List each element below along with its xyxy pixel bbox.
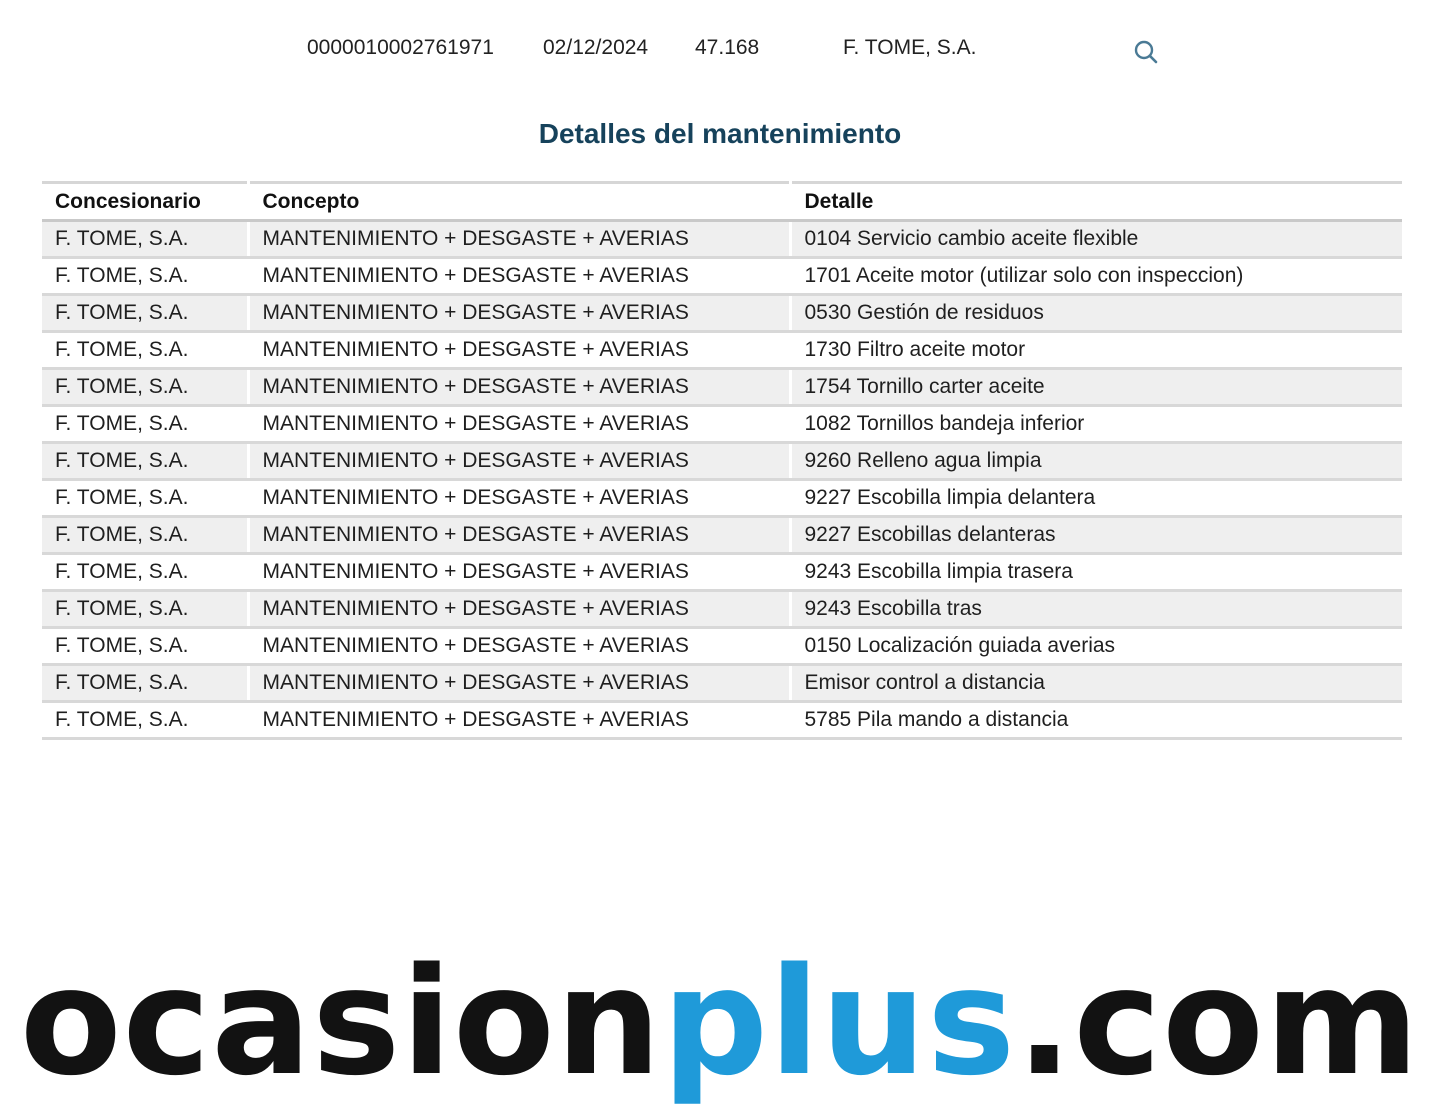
column-header-detalle: Detalle [788, 182, 1402, 222]
cell-detalle: 0530 Gestión de residuos [788, 294, 1402, 333]
table-row: F. TOME, S.A. MANTENIMIENTO + DESGASTE + … [42, 220, 1402, 259]
table-row: F. TOME, S.A. MANTENIMIENTO + DESGASTE + … [42, 701, 1402, 740]
cell-concesionario: F. TOME, S.A. [42, 331, 248, 370]
cell-concesionario: F. TOME, S.A. [42, 479, 248, 518]
cell-concesionario: F. TOME, S.A. [42, 442, 248, 481]
table-row: F. TOME, S.A. MANTENIMIENTO + DESGASTE + … [42, 590, 1402, 629]
cell-detalle: Emisor control a distancia [788, 664, 1402, 703]
table-row: F. TOME, S.A. MANTENIMIENTO + DESGASTE + … [42, 664, 1402, 703]
logo-part-ocasion: ocasion [19, 936, 663, 1108]
cell-concepto: MANTENIMIENTO + DESGASTE + AVERIAS [246, 368, 790, 407]
cell-concesionario: F. TOME, S.A. [42, 294, 248, 333]
column-header-concesionario: Concesionario [42, 182, 248, 222]
table-row: F. TOME, S.A. MANTENIMIENTO + DESGASTE + … [42, 553, 1402, 592]
cell-concepto: MANTENIMIENTO + DESGASTE + AVERIAS [246, 664, 790, 703]
column-header-concepto: Concepto [246, 182, 790, 222]
cell-detalle: 1730 Filtro aceite motor [788, 331, 1402, 370]
cell-concesionario: F. TOME, S.A. [42, 627, 248, 666]
page-title: Detalles del mantenimiento [538, 118, 902, 149]
record-date: 02/12/2024 [543, 36, 649, 59]
cell-concepto: MANTENIMIENTO + DESGASTE + AVERIAS [246, 257, 790, 296]
cell-concesionario: F. TOME, S.A. [42, 664, 248, 703]
cell-concepto: MANTENIMIENTO + DESGASTE + AVERIAS [246, 627, 790, 666]
cell-detalle: 9227 Escobilla limpia delantera [788, 479, 1402, 518]
cell-concesionario: F. TOME, S.A. [42, 368, 248, 407]
cell-concepto: MANTENIMIENTO + DESGASTE + AVERIAS [246, 294, 790, 333]
table-row: F. TOME, S.A. MANTENIMIENTO + DESGASTE + … [42, 516, 1402, 555]
logo-part-com: .com [1016, 936, 1421, 1108]
logo-part-plus: plus [662, 936, 1017, 1108]
cell-detalle: 1754 Tornillo carter aceite [788, 368, 1402, 407]
cell-concepto: MANTENIMIENTO + DESGASTE + AVERIAS [246, 553, 790, 592]
record-km: 47.168 [695, 36, 760, 59]
table-header-row: Concesionario Concepto Detalle [42, 182, 1402, 222]
ocasionplus-logo: ocasionplus.com [0, 948, 1440, 1096]
record-summary-row: 0000010002761971 02/12/2024 47.168 F. TO… [0, 36, 1440, 66]
cell-detalle: 1701 Aceite motor (utilizar solo con ins… [788, 257, 1402, 296]
table-row: F. TOME, S.A. MANTENIMIENTO + DESGASTE + … [42, 442, 1402, 481]
cell-concepto: MANTENIMIENTO + DESGASTE + AVERIAS [246, 516, 790, 555]
table-row: F. TOME, S.A. MANTENIMIENTO + DESGASTE + … [42, 627, 1402, 666]
cell-detalle: 9260 Relleno agua limpia [788, 442, 1402, 481]
cell-concepto: MANTENIMIENTO + DESGASTE + AVERIAS [246, 405, 790, 444]
cell-detalle: 9243 Escobilla limpia trasera [788, 553, 1402, 592]
record-dealer: F. TOME, S.A. [843, 36, 977, 59]
cell-detalle: 0150 Localización guiada averias [788, 627, 1402, 666]
record-id: 0000010002761971 [307, 36, 494, 59]
cell-concepto: MANTENIMIENTO + DESGASTE + AVERIAS [246, 331, 790, 370]
maintenance-table: Concesionario Concepto Detalle F. TOME, … [42, 181, 1402, 740]
cell-concesionario: F. TOME, S.A. [42, 220, 248, 259]
cell-concepto: MANTENIMIENTO + DESGASTE + AVERIAS [246, 220, 790, 259]
table-row: F. TOME, S.A. MANTENIMIENTO + DESGASTE + … [42, 331, 1402, 370]
cell-concesionario: F. TOME, S.A. [42, 553, 248, 592]
cell-concesionario: F. TOME, S.A. [42, 405, 248, 444]
search-icon[interactable] [1132, 38, 1160, 66]
cell-detalle: 0104 Servicio cambio aceite flexible [788, 220, 1402, 259]
cell-detalle: 5785 Pila mando a distancia [788, 701, 1402, 740]
cell-concesionario: F. TOME, S.A. [42, 590, 248, 629]
table-row: F. TOME, S.A. MANTENIMIENTO + DESGASTE + … [42, 405, 1402, 444]
table-row: F. TOME, S.A. MANTENIMIENTO + DESGASTE + … [42, 368, 1402, 407]
cell-concepto: MANTENIMIENTO + DESGASTE + AVERIAS [246, 479, 790, 518]
cell-concesionario: F. TOME, S.A. [42, 701, 248, 740]
cell-concesionario: F. TOME, S.A. [42, 516, 248, 555]
cell-concesionario: F. TOME, S.A. [42, 257, 248, 296]
table-row: F. TOME, S.A. MANTENIMIENTO + DESGASTE + … [42, 294, 1402, 333]
cell-detalle: 1082 Tornillos bandeja inferior [788, 405, 1402, 444]
table-row: F. TOME, S.A. MANTENIMIENTO + DESGASTE + … [42, 257, 1402, 296]
table-row: F. TOME, S.A. MANTENIMIENTO + DESGASTE + … [42, 479, 1402, 518]
cell-detalle: 9227 Escobillas delanteras [788, 516, 1402, 555]
cell-concepto: MANTENIMIENTO + DESGASTE + AVERIAS [246, 590, 790, 629]
cell-detalle: 9243 Escobilla tras [788, 590, 1402, 629]
cell-concepto: MANTENIMIENTO + DESGASTE + AVERIAS [246, 701, 790, 740]
cell-concepto: MANTENIMIENTO + DESGASTE + AVERIAS [246, 442, 790, 481]
